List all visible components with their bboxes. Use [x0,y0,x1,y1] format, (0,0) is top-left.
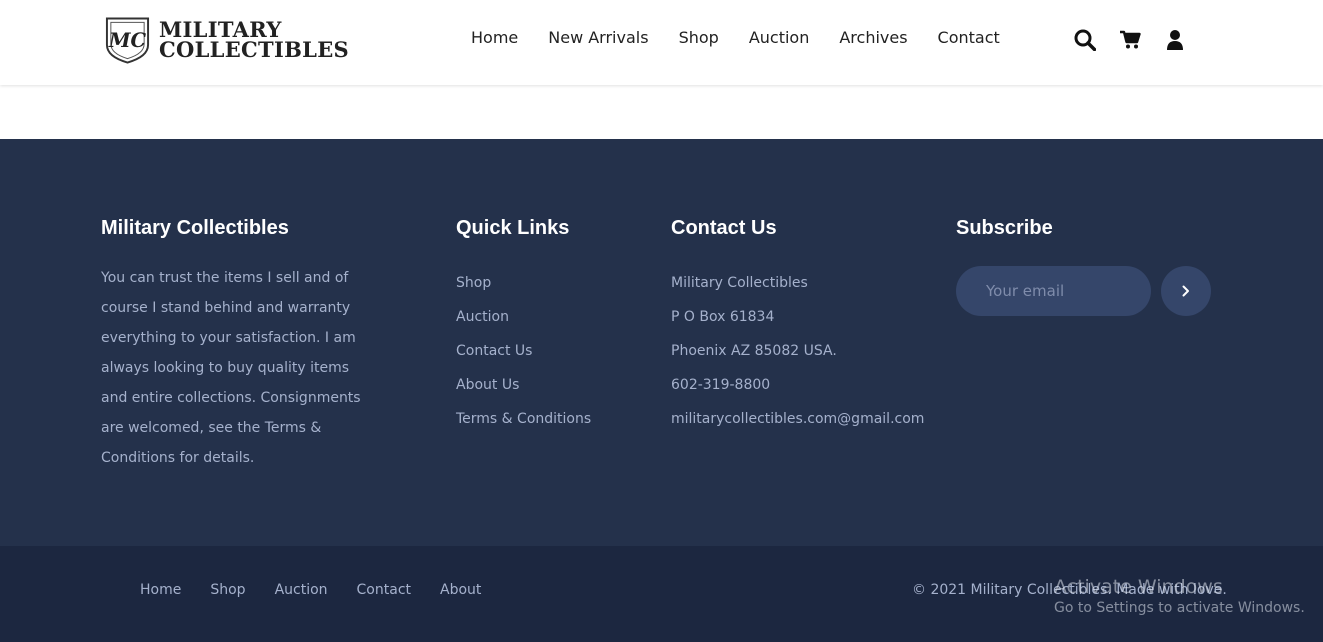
quick-link-auction[interactable]: Auction [456,300,591,334]
logo-monogram: MC [108,29,147,52]
site-logo[interactable]: MC MILITARY COLLECTIBLES [104,14,349,66]
nav-new-arrivals[interactable]: New Arrivals [548,28,648,47]
quick-links-list: Shop Auction Contact Us About Us Terms &… [456,266,591,436]
bottom-link-home[interactable]: Home [140,582,181,598]
contact-po-box: P O Box 61834 [671,309,775,325]
quick-link-about-us[interactable]: About Us [456,368,591,402]
footer-contact: Contact Us Military Collectibles P O Box… [671,217,924,436]
bottom-link-shop[interactable]: Shop [210,582,245,598]
shield-logo-icon: MC [105,17,150,64]
bottom-link-about[interactable]: About [440,582,481,598]
quick-links-title: Quick Links [456,217,570,239]
site-header: MC MILITARY COLLECTIBLES Home New Arriva… [0,0,1323,85]
main-nav: Home New Arrivals Shop Auction Archives … [471,28,1030,47]
subscribe-form [956,266,1211,316]
nav-archives[interactable]: Archives [839,28,907,47]
footer-about-title: Military Collectibles [101,217,289,239]
footer-about-text: You can trust the items I sell and of co… [101,270,361,466]
quick-link-shop[interactable]: Shop [456,266,591,300]
watermark-subtitle: Go to Settings to activate Windows. [1054,600,1305,616]
contact-email[interactable]: militarycollectibles.com@gmail.com [671,402,924,436]
bottom-link-auction[interactable]: Auction [275,582,328,598]
nav-shop[interactable]: Shop [679,28,719,47]
contact-city: Phoenix AZ 85082 USA. [671,343,837,359]
quick-link-contact-us[interactable]: Contact Us [456,334,591,368]
subscribe-title: Subscribe [956,217,1053,239]
contact-list: Military Collectibles P O Box 61834 Phoe… [671,266,924,436]
footer-bottom-links: Home Shop Auction Contact About [140,582,510,598]
footer-about: Military Collectibles You can trust the … [101,217,371,473]
subscribe-button[interactable] [1161,266,1211,316]
site-footer: Military Collectibles You can trust the … [0,139,1323,546]
logo-wordmark: MILITARY COLLECTIBLES [159,19,349,62]
subscribe-email-input[interactable] [956,266,1151,316]
quick-link-terms[interactable]: Terms & Conditions [456,402,591,436]
footer-bottom-bar: Home Shop Auction Contact About © 2021 M… [0,546,1323,642]
cart-icon[interactable] [1118,28,1142,52]
contact-phone[interactable]: 602-319-8800 [671,368,924,402]
logo-line-2: COLLECTIBLES [159,37,349,62]
footer-subscribe: Subscribe [956,217,1211,316]
nav-contact[interactable]: Contact [938,28,1000,47]
watermark-title: Activate Windows [1054,576,1223,598]
nav-home[interactable]: Home [471,28,518,47]
user-icon[interactable] [1163,28,1187,52]
contact-name: Military Collectibles [671,275,808,291]
search-icon[interactable] [1073,28,1097,52]
header-icons [1073,28,1208,52]
bottom-link-contact[interactable]: Contact [357,582,411,598]
activate-windows-watermark: Activate Windows Go to Settings to activ… [1054,576,1305,616]
contact-title: Contact Us [671,217,777,239]
footer-quick-links: Quick Links Shop Auction Contact Us Abou… [456,217,591,436]
nav-auction[interactable]: Auction [749,28,810,47]
chevron-right-icon [1182,285,1189,297]
